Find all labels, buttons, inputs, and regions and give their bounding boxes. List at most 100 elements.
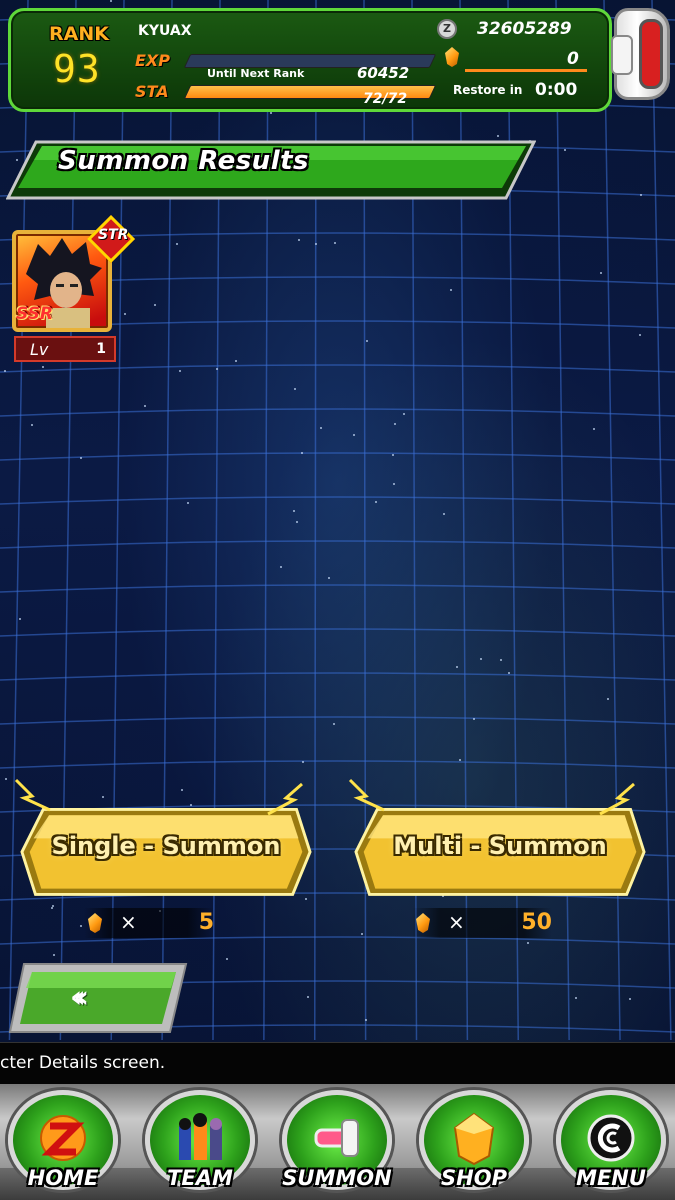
multiply-sign: × — [120, 910, 137, 934]
dragon-stone-icon — [416, 913, 430, 933]
star — [392, 454, 394, 456]
nav-summon-label: SUMMON — [282, 1166, 392, 1190]
nav-shop-label: SHOP — [441, 1166, 507, 1190]
star — [456, 666, 458, 668]
dragon-stone-icon — [445, 47, 459, 71]
star — [315, 243, 317, 245]
star — [639, 334, 641, 336]
star — [179, 370, 181, 372]
multi-summon-cost: × 50 — [412, 908, 552, 938]
dragon-stone-icon — [453, 1112, 495, 1166]
scouter-icon — [314, 1119, 359, 1157]
star — [280, 566, 282, 568]
nav-summon-button[interactable]: SUMMON — [278, 1090, 396, 1196]
dragon-stone-icon — [88, 913, 102, 933]
single-summon-cost-value: 5 — [198, 910, 214, 935]
news-ticker: cter Details screen. — [0, 1042, 675, 1084]
nav-team-button[interactable]: TEAM — [141, 1090, 259, 1196]
star — [301, 452, 303, 454]
star — [375, 501, 377, 503]
star — [600, 272, 602, 274]
star — [593, 428, 595, 430]
star — [366, 340, 368, 342]
star — [19, 618, 21, 620]
restore-timer: 0:00 — [535, 80, 578, 100]
level-box: Lv 1 — [14, 336, 116, 362]
star — [110, 0, 112, 2]
star — [473, 718, 475, 720]
star — [51, 907, 53, 909]
back-button[interactable]: ‹‹‹ — [8, 962, 188, 1034]
star — [181, 789, 183, 791]
star — [450, 289, 452, 291]
back-button-plate — [8, 963, 188, 1033]
zeni-icon: Z — [437, 19, 457, 39]
star — [353, 434, 355, 436]
scouter-lens-icon — [639, 19, 663, 89]
star — [328, 577, 330, 579]
star — [508, 672, 510, 674]
star — [235, 360, 237, 362]
exp-remaining: 60452 — [357, 64, 410, 82]
star — [5, 778, 7, 780]
nav-home-button[interactable]: HOME — [4, 1090, 122, 1196]
lightning-bolt-icon — [348, 778, 385, 812]
sta-label: STA — [135, 82, 169, 101]
page-title: Summon Results — [58, 146, 310, 176]
star — [226, 958, 228, 960]
rarity-label: SSR — [16, 304, 53, 324]
nav-shop-button[interactable]: SHOP — [415, 1090, 533, 1196]
stone-underline — [465, 69, 587, 72]
star — [187, 502, 189, 504]
dragon-ball-z-icon — [40, 1115, 86, 1161]
restore-label: Restore in — [453, 83, 523, 97]
lightning-bolt-icon — [267, 782, 303, 816]
capsule-corp-icon — [587, 1114, 635, 1162]
nav-home-label: HOME — [27, 1166, 99, 1190]
exp-caption: Until Next Rank — [207, 67, 305, 80]
star — [607, 698, 609, 700]
nav-menu-button[interactable]: MENU — [552, 1090, 670, 1196]
dragon-stone-count: 0 — [567, 49, 579, 69]
star — [80, 457, 82, 459]
star — [497, 135, 499, 137]
rank-value: 93 — [53, 47, 101, 91]
star — [629, 998, 631, 1000]
star — [294, 388, 296, 390]
ticker-text: cter Details screen. — [0, 1053, 166, 1073]
star — [393, 483, 395, 485]
star — [564, 149, 566, 151]
exp-bar-fill — [185, 55, 191, 67]
star — [293, 510, 295, 512]
team-characters-icon — [179, 1113, 222, 1160]
scouter-cap — [611, 35, 633, 75]
star — [480, 658, 482, 660]
exp-label: EXP — [135, 51, 170, 70]
star — [575, 997, 577, 999]
single-summon-label: Single - Summon — [51, 832, 281, 860]
nav-menu-label: MENU — [576, 1166, 646, 1190]
star — [298, 239, 300, 241]
level-label: Lv — [30, 340, 49, 359]
star — [102, 796, 104, 798]
back-arrows-icon: ‹‹‹ — [70, 980, 89, 1015]
star — [144, 405, 146, 407]
star — [270, 112, 272, 114]
star — [361, 933, 363, 935]
summon-result-card[interactable]: STR SSR — [12, 214, 136, 332]
star — [42, 366, 44, 368]
star — [320, 427, 322, 429]
star — [333, 723, 335, 725]
star — [365, 1019, 367, 1021]
star — [394, 423, 396, 425]
single-summon-cost: × 5 — [84, 908, 214, 938]
scouter-menu-button[interactable] — [611, 8, 670, 100]
star — [334, 242, 336, 244]
star — [302, 761, 304, 763]
lightning-bolt-icon — [14, 778, 51, 812]
player-status-bar: RANK 93 KYUAX EXP Until Next Rank 60452 … — [8, 8, 612, 112]
multi-summon-label: Multi - Summon — [393, 832, 607, 860]
level-value: 1 — [96, 341, 106, 357]
star — [176, 243, 178, 245]
star — [296, 521, 298, 523]
